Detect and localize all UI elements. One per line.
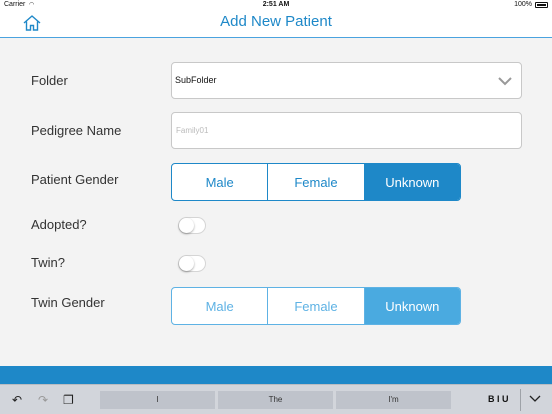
patient-gender-unknown[interactable]: Unknown xyxy=(364,164,460,200)
chevron-down-icon[interactable] xyxy=(529,392,541,404)
folder-dropdown[interactable]: SubFolder xyxy=(171,62,522,99)
divider xyxy=(520,389,521,411)
bottom-action-bar xyxy=(0,366,552,384)
twin-gender-label: Twin Gender xyxy=(31,295,105,310)
twin-gender-female[interactable]: Female xyxy=(268,288,365,324)
suggestion-3[interactable]: I'm xyxy=(336,391,451,409)
nav-bar: Add New Patient xyxy=(0,10,552,38)
twin-toggle[interactable] xyxy=(178,255,206,272)
folder-label: Folder xyxy=(31,73,68,88)
patient-gender-female[interactable]: Female xyxy=(268,164,365,200)
battery-percent: 100% xyxy=(514,1,532,8)
patient-gender-selector: Male Female Unknown xyxy=(171,163,461,201)
undo-icon[interactable]: ↶ xyxy=(12,393,22,407)
folder-value: SubFolder xyxy=(175,75,217,85)
page-title: Add New Patient xyxy=(220,13,332,30)
toggle-knob xyxy=(179,256,194,271)
suggestion-2[interactable]: The xyxy=(218,391,333,409)
toggle-knob xyxy=(179,218,194,233)
keyboard-shortcut-bar: ↶ ↷ ❐ I The I'm B I U xyxy=(0,384,552,414)
patient-gender-label: Patient Gender xyxy=(31,172,119,187)
patient-gender-male[interactable]: Male xyxy=(172,164,269,200)
chevron-down-icon xyxy=(498,77,512,86)
format-button[interactable]: B I U xyxy=(488,394,509,404)
suggestion-1[interactable]: I xyxy=(100,391,215,409)
status-bar: Carrier ◠ 2:51 AM 100% xyxy=(0,0,552,10)
patient-form: Folder SubFolder Pedigree Name Patient G… xyxy=(0,39,552,366)
pedigree-name-input[interactable] xyxy=(171,112,522,149)
twin-label: Twin? xyxy=(31,255,65,270)
paste-icon[interactable]: ❐ xyxy=(63,393,74,407)
twin-gender-selector: Male Female Unknown xyxy=(171,287,461,325)
adopted-label: Adopted? xyxy=(31,217,87,232)
redo-icon[interactable]: ↷ xyxy=(38,393,48,407)
twin-gender-unknown[interactable]: Unknown xyxy=(364,288,460,324)
adopted-toggle[interactable] xyxy=(178,217,206,234)
battery-icon xyxy=(535,2,548,8)
twin-gender-male[interactable]: Male xyxy=(172,288,269,324)
pedigree-name-label: Pedigree Name xyxy=(31,123,122,138)
status-time: 2:51 AM xyxy=(262,1,290,8)
